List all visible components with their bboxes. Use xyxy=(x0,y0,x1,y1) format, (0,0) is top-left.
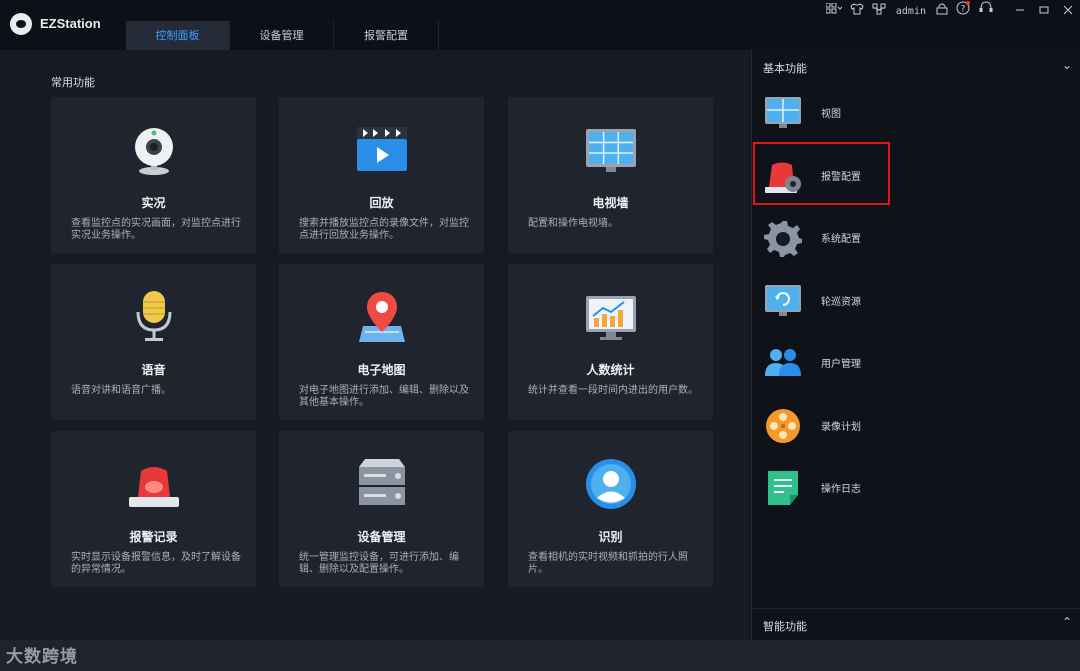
current-user[interactable]: admin xyxy=(896,6,926,17)
layout-grid-icon[interactable] xyxy=(825,0,843,22)
video-wall-icon xyxy=(586,129,636,172)
side-item-label: 操作日志 xyxy=(821,484,861,495)
top-right-toolbar: admin ? xyxy=(822,0,1080,22)
tab-alarm-config[interactable]: 报警配置 xyxy=(334,21,439,50)
side-item-patrol-resources[interactable]: 轮巡资源 xyxy=(752,276,1080,326)
patrol-monitor-icon xyxy=(765,285,801,316)
card-desc: 配置和操作电视墙。 xyxy=(528,218,618,229)
side-item-system-config[interactable]: 系统配置 xyxy=(752,213,1080,263)
title-bar: EZStation 控制面板 设备管理 报警配置 admin ? xyxy=(0,0,1080,50)
status-bar: 大数跨境 xyxy=(0,640,1080,671)
basic-functions-title: 基本功能 xyxy=(763,62,807,75)
tab-device-management[interactable]: 设备管理 xyxy=(230,21,334,50)
card-desc: 统一管理监控设备，可进行添加、编辑、删除以及配置操作。 xyxy=(299,552,459,575)
server-icon xyxy=(359,459,405,505)
card-desc: 查看相机的实时视频和抓拍的行人照片。 xyxy=(528,552,688,575)
chevron-up-icon[interactable]: ⌃ xyxy=(1062,615,1072,629)
card-title: 识别 xyxy=(598,530,623,544)
card-desc: 语音对讲和语音广播。 xyxy=(71,385,171,396)
card-desc: 对电子地图进行添加、编辑、删除以及其他基本操作。 xyxy=(299,385,469,408)
alarm-light-icon xyxy=(129,467,179,507)
card-video-wall[interactable]: 电视墙 配置和操作电视墙。 xyxy=(508,97,713,253)
view-icon xyxy=(765,97,801,128)
main-panel: 常用功能 实况 查看监控点的实况画面，对监控点进行实况业务操作。 回放 搜索并播… xyxy=(0,50,751,640)
minimize-button[interactable] xyxy=(1008,4,1032,18)
watermark: 大数跨境 xyxy=(6,647,78,667)
card-title: 人数统计 xyxy=(586,363,635,377)
chevron-down-icon[interactable]: ⌄ xyxy=(1062,58,1072,72)
card-people-count[interactable]: 人数统计 统计并查看一段时间内进出的用户数。 xyxy=(508,264,713,420)
log-note-icon xyxy=(768,471,798,505)
smart-functions-section[interactable]: 智能功能 ⌃ xyxy=(752,608,1080,640)
network-icon[interactable] xyxy=(872,0,886,22)
card-alarm-records[interactable]: 报警记录 实时显示设备报警信息，及时了解设备的异常情况。 xyxy=(51,431,256,587)
help-icon[interactable]: ? xyxy=(956,0,970,22)
card-title: 报警记录 xyxy=(129,530,178,544)
film-reel-icon xyxy=(766,409,800,443)
webcam-icon xyxy=(135,128,173,175)
main-tabs: 控制面板 设备管理 报警配置 xyxy=(126,21,439,50)
card-desc: 搜索并播放监控点的录像文件，对监控点进行回放业务操作。 xyxy=(299,218,469,241)
tab-control-panel[interactable]: 控制面板 xyxy=(126,21,230,50)
card-live[interactable]: 实况 查看监控点的实况画面，对监控点进行实况业务操作。 xyxy=(51,97,256,253)
shirt-icon[interactable] xyxy=(850,0,864,22)
smart-functions-title: 智能功能 xyxy=(763,620,807,633)
card-title: 语音 xyxy=(141,363,166,377)
common-functions-title: 常用功能 xyxy=(51,76,95,89)
support-icon[interactable] xyxy=(978,0,994,22)
side-item-label: 轮巡资源 xyxy=(821,297,861,308)
card-title: 设备管理 xyxy=(357,530,406,544)
app-title: EZStation xyxy=(40,16,101,31)
card-title: 电子地图 xyxy=(357,363,406,377)
card-title: 回放 xyxy=(369,196,394,210)
face-recognition-icon xyxy=(586,459,636,509)
card-desc: 统计并查看一段时间内进出的用户数。 xyxy=(528,385,698,396)
card-title: 实况 xyxy=(141,196,166,210)
highlight-box xyxy=(753,142,890,205)
card-voice[interactable]: 语音 语音对讲和语音广播。 xyxy=(51,264,256,420)
card-e-map[interactable]: 电子地图 对电子地图进行添加、编辑、删除以及其他基本操作。 xyxy=(279,264,484,420)
side-item-label: 视图 xyxy=(821,109,841,120)
microphone-icon xyxy=(136,291,172,341)
card-desc: 查看监控点的实况画面，对监控点进行实况业务操作。 xyxy=(71,218,241,241)
side-item-label: 录像计划 xyxy=(821,422,861,433)
lock-icon[interactable] xyxy=(936,0,948,22)
card-desc: 实时显示设备报警信息，及时了解设备的异常情况。 xyxy=(71,552,241,575)
side-item-view[interactable]: 视图 xyxy=(752,88,1080,138)
card-playback[interactable]: 回放 搜索并播放监控点的录像文件，对监控点进行回放业务操作。 xyxy=(279,97,484,253)
card-device-management[interactable]: 设备管理 统一管理监控设备，可进行添加、编辑、删除以及配置操作。 xyxy=(279,431,484,587)
side-item-user-management[interactable]: 用户管理 xyxy=(752,338,1080,388)
card-recognition[interactable]: 识别 查看相机的实时视频和抓拍的行人照片。 xyxy=(508,431,713,587)
side-item-label: 系统配置 xyxy=(821,234,861,245)
maximize-button[interactable] xyxy=(1032,4,1056,18)
svg-text:?: ? xyxy=(961,5,966,15)
close-button[interactable] xyxy=(1056,4,1080,18)
map-pin-icon xyxy=(359,292,405,342)
people-count-icon xyxy=(586,296,636,340)
side-item-operation-log[interactable]: 操作日志 xyxy=(752,463,1080,513)
system-gear-icon xyxy=(764,221,802,257)
side-panel: 基本功能 ⌄ 视图 报警配置 系统配置 轮巡资源 用户管理 录像计划 操作日志 … xyxy=(752,50,1080,640)
users-icon xyxy=(765,349,801,376)
side-item-recording-plan[interactable]: 录像计划 xyxy=(752,401,1080,451)
side-item-label: 用户管理 xyxy=(821,359,861,370)
card-title: 电视墙 xyxy=(592,196,629,210)
app-logo xyxy=(10,13,32,35)
playback-icon xyxy=(357,127,407,171)
